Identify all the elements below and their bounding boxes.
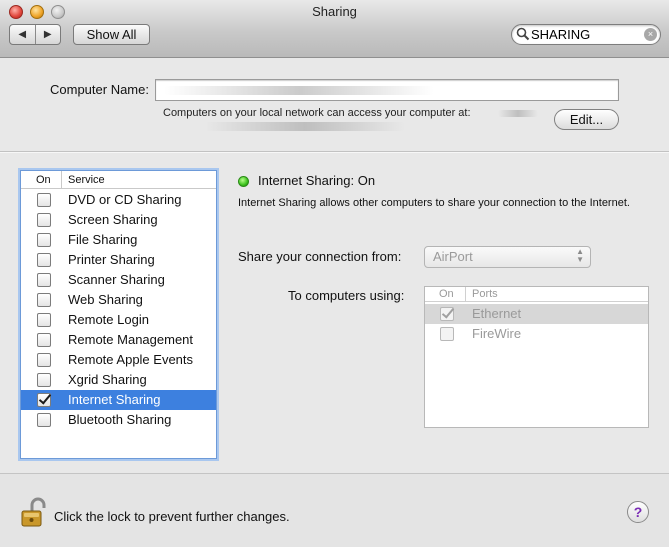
redacted-address	[498, 110, 538, 117]
ports-list-header: On Ports	[425, 287, 648, 302]
service-label: DVD or CD Sharing	[68, 192, 182, 207]
service-checkbox[interactable]	[37, 213, 51, 227]
redacted-computer-name	[164, 86, 434, 95]
status-indicator-icon	[238, 176, 249, 187]
service-row[interactable]: Xgrid Sharing	[21, 370, 216, 390]
port-checkbox	[440, 327, 454, 341]
service-label: Web Sharing	[68, 292, 143, 307]
service-checkbox[interactable]	[37, 393, 51, 407]
ports-column-on: On	[439, 288, 454, 300]
service-checkbox[interactable]	[37, 353, 51, 367]
popup-arrows-icon: ▲ ▼	[576, 247, 584, 264]
service-label: Remote Management	[68, 332, 194, 347]
service-list[interactable]: On Service DVD or CD Sharing Screen Shari…	[20, 170, 217, 459]
clear-search-icon[interactable]: ×	[644, 28, 657, 41]
service-status: Internet Sharing: On	[258, 173, 376, 188]
back-forward-control: ◀ ▶	[9, 24, 61, 45]
service-label: Printer Sharing	[68, 252, 155, 267]
service-label: Xgrid Sharing	[68, 372, 147, 387]
computer-name-label: Computer Name:	[50, 82, 149, 97]
service-list-header: On Service	[21, 171, 216, 189]
service-checkbox[interactable]	[37, 373, 51, 387]
service-checkbox[interactable]	[37, 253, 51, 267]
section-divider-highlight	[0, 152, 669, 153]
search-icon	[516, 27, 530, 41]
share-from-label: Share your connection from:	[238, 249, 402, 264]
help-button[interactable]: ?	[627, 501, 649, 523]
service-row[interactable]: Remote Login	[21, 310, 216, 330]
service-label: Bluetooth Sharing	[68, 412, 172, 427]
column-header-service[interactable]: Service	[68, 174, 105, 186]
service-row[interactable]: File Sharing	[21, 230, 216, 250]
port-checkbox	[440, 307, 454, 321]
share-from-popup[interactable]: AirPort ▲ ▼	[424, 246, 591, 268]
show-all-button[interactable]: Show All	[73, 24, 150, 45]
column-separator	[465, 287, 466, 302]
service-label: Internet Sharing	[68, 392, 161, 407]
back-button[interactable]: ◀	[10, 25, 35, 44]
to-computers-label: To computers using:	[288, 288, 405, 303]
window-titlebar: Sharing ◀ ▶ Show All ×	[0, 0, 669, 58]
service-label: File Sharing	[68, 232, 138, 247]
service-checkbox[interactable]	[37, 333, 51, 347]
service-label: Screen Sharing	[68, 212, 158, 227]
service-description: Internet Sharing allows other computers …	[238, 197, 630, 209]
lock-message: Click the lock to prevent further change…	[54, 509, 290, 524]
port-row: Ethernet	[425, 304, 648, 324]
service-row[interactable]: Remote Apple Events	[21, 350, 216, 370]
search-input[interactable]	[531, 26, 641, 43]
column-separator	[61, 171, 62, 189]
service-checkbox[interactable]	[37, 233, 51, 247]
port-label: FireWire	[472, 326, 522, 341]
service-label: Remote Apple Events	[68, 352, 194, 367]
service-label: Remote Login	[68, 312, 149, 327]
service-row[interactable]: Web Sharing	[21, 290, 216, 310]
ports-list[interactable]: On Ports Ethernet FireWire	[424, 286, 649, 428]
service-checkbox[interactable]	[37, 293, 51, 307]
ports-column-ports: Ports	[472, 288, 498, 300]
edit-computer-name-button[interactable]: Edit...	[554, 109, 619, 130]
service-checkbox[interactable]	[37, 413, 51, 427]
column-header-on[interactable]: On	[36, 174, 51, 186]
service-row[interactable]: Screen Sharing	[21, 210, 216, 230]
window-title: Sharing	[312, 4, 357, 19]
service-row[interactable]: Internet Sharing	[21, 390, 216, 410]
port-label: Ethernet	[472, 306, 522, 321]
service-row[interactable]: Scanner Sharing	[21, 270, 216, 290]
service-row[interactable]: Printer Sharing	[21, 250, 216, 270]
lock-open-icon[interactable]	[20, 497, 46, 529]
forward-button[interactable]: ▶	[34, 25, 61, 44]
network-access-text: Computers on your local network can acce…	[163, 107, 471, 119]
redacted-address-line2	[205, 122, 405, 131]
service-row[interactable]: Remote Management	[21, 330, 216, 350]
service-row[interactable]: Bluetooth Sharing	[21, 410, 216, 430]
service-row[interactable]: DVD or CD Sharing	[21, 190, 216, 210]
port-row: FireWire	[425, 324, 648, 344]
share-from-value: AirPort	[433, 249, 473, 264]
search-field[interactable]: ×	[511, 24, 661, 45]
service-checkbox[interactable]	[37, 313, 51, 327]
service-checkbox[interactable]	[37, 273, 51, 287]
service-checkbox[interactable]	[37, 193, 51, 207]
computer-name-field[interactable]	[155, 79, 619, 101]
service-label: Scanner Sharing	[68, 272, 165, 287]
